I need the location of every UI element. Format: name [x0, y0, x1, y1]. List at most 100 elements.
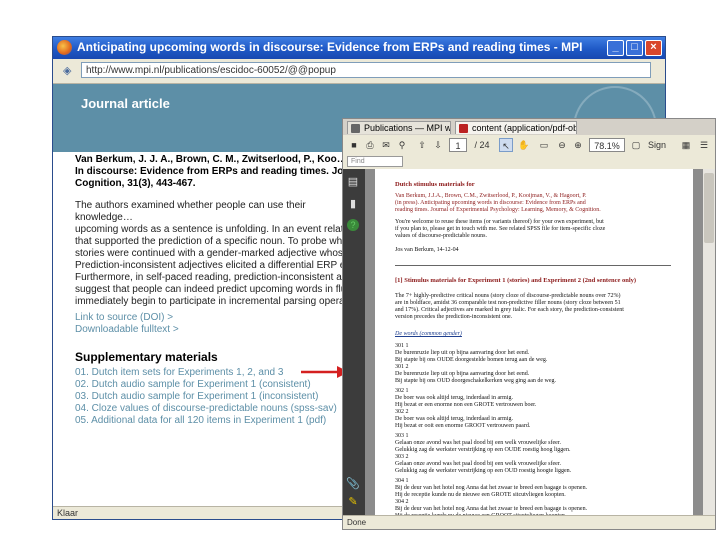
- doc-authors-line: reading times. Journal of Experimental P…: [395, 207, 601, 213]
- doc-method-line: and 17%). Critical adjectives are marked…: [395, 307, 624, 313]
- pdf-viewer[interactable]: Dutch stimulus materials for Van Berkum,…: [365, 169, 703, 515]
- page-number-input[interactable]: 1: [449, 138, 467, 152]
- tab-label: content (application/pdf-object): [472, 123, 576, 133]
- link-fulltext[interactable]: Downloadable fulltext >: [75, 324, 365, 336]
- pdf-page: Dutch stimulus materials for Van Berkum,…: [375, 169, 693, 515]
- zoom-select[interactable]: 78.1%: [589, 138, 625, 152]
- citation: Van Berkum, J. J. A., Brown, C. M., Zwit…: [75, 154, 365, 190]
- attachment-icon[interactable]: 📎: [346, 477, 360, 491]
- scrollbar-thumb[interactable]: [704, 173, 714, 243]
- pdf-status-bar: Done: [343, 515, 715, 529]
- doc-rule: [395, 265, 671, 266]
- address-bar: ◈ http://www.mpi.nl/publications/escidoc…: [53, 59, 665, 84]
- doc-item-line: 303 1: [395, 433, 409, 439]
- maximize-button[interactable]: □: [626, 40, 643, 56]
- tab-publications[interactable]: Publications — MPI website: [347, 121, 451, 134]
- doc-authors-line: (in press). Anticipating upcoming words …: [395, 200, 586, 206]
- doc-item-line: De burenruzie liep uit op bijna aanvarin…: [395, 350, 530, 356]
- doc-item-line: Gelaan onze avond was het paal dood bij …: [395, 440, 561, 446]
- tab-label: Publications — MPI website: [364, 123, 451, 133]
- doc-item-line: Hij bezat er een enorme non een GROTE ve…: [395, 402, 537, 408]
- supplementary-link[interactable]: 03. Dutch audio sample for Experiment 1 …: [75, 391, 365, 403]
- abstract: The authors examined whether people can …: [75, 200, 365, 308]
- doc-item-line: Gelukkig zag de werkster verstrijking op…: [395, 468, 572, 474]
- doc-intro-line: if you plan to, please get in touch with…: [395, 226, 606, 232]
- bookmarks-icon[interactable]: ▮: [346, 197, 360, 211]
- doc-item-line: De boer was ook altijd terug, inderdaad …: [395, 416, 513, 422]
- fit-page-icon[interactable]: ▢: [629, 138, 643, 152]
- doc-item-line: Bij de deur van het hotel nog Anna dat h…: [395, 485, 588, 491]
- vertical-scrollbar[interactable]: [703, 169, 715, 515]
- doc-method-line: version precedes the prediction-inconsis…: [395, 314, 513, 320]
- page-total: / 24: [474, 140, 490, 150]
- doc-item-line: 302 1: [395, 388, 409, 394]
- doc-method-line: The 7+ highly-predictive critical nouns …: [395, 293, 621, 299]
- supplementary-link[interactable]: 05. Additional data for all 120 items in…: [75, 415, 365, 427]
- abstract-line: Prediction-inconsistent adjectives elici…: [75, 260, 356, 271]
- options-icon[interactable]: ☰: [697, 138, 711, 152]
- citation-line: Van Berkum, J. J. A., Brown, C. M., Zwit…: [75, 154, 347, 165]
- search-icon[interactable]: ⚲: [395, 138, 409, 152]
- doc-section-heading: [1] Stimulus materials for Experiment 1 …: [395, 277, 637, 284]
- find-bar: Find: [343, 155, 715, 169]
- next-page-icon[interactable]: ⇩: [431, 138, 445, 152]
- doc-item-line: 301 1: [395, 343, 409, 349]
- doc-example-label: De words (common gender): [395, 331, 462, 337]
- doc-item-line: De boer was ook altijd terug, inderdaad …: [395, 395, 513, 401]
- doc-item-line: Hij de receptie kunde nu de nieuwe een G…: [395, 492, 566, 498]
- doc-intro-line: values of discourse-predictable nouns.: [395, 233, 487, 239]
- pdf-icon: [459, 124, 468, 133]
- page-icon: [351, 124, 360, 133]
- abstract-line: The authors examined whether people can …: [75, 200, 306, 223]
- zoom-out-icon[interactable]: ⊖: [555, 138, 569, 152]
- navigation-pane: ▤ ▮ ? 📎 ✎: [343, 169, 365, 515]
- close-button[interactable]: ×: [645, 40, 662, 56]
- abstract-line: Furthermore, in self-paced reading, pred…: [75, 272, 358, 283]
- doc-item-line: 302 2: [395, 409, 409, 415]
- marquee-zoom-icon[interactable]: ▭: [537, 138, 551, 152]
- email-icon[interactable]: ✉: [379, 138, 393, 152]
- url-field[interactable]: http://www.mpi.nl/publications/escidoc-6…: [81, 62, 651, 78]
- window-title-bar[interactable]: Anticipating upcoming words in discourse…: [53, 37, 665, 59]
- pdf-toolbar: ■ ⎙ ✉ ⚲ ⇧ ⇩ 1 / 24 ↖ ✋ ▭ ⊖ ⊕ 78.1% ▢ Sig…: [343, 135, 715, 156]
- find-input[interactable]: Find: [347, 156, 403, 167]
- article-links: Link to source (DOI) > Downloadable full…: [75, 312, 365, 336]
- pdf-window: Publications — MPI website content (appl…: [342, 118, 716, 530]
- select-tool-icon[interactable]: ↖: [499, 138, 513, 152]
- pages-icon[interactable]: ▤: [346, 175, 360, 189]
- floppy-icon[interactable]: ▦: [679, 138, 693, 152]
- doc-item-line: 304 1: [395, 478, 409, 484]
- doc-item-line: Hij bezat er ooit een enorme GROOT vertr…: [395, 423, 531, 429]
- abstract-line: stories were continued with a gender-mar…: [75, 248, 359, 259]
- doc-item-line: 301 2: [395, 364, 409, 370]
- zoom-in-icon[interactable]: ⊕: [571, 138, 585, 152]
- print-icon[interactable]: ⎙: [363, 138, 377, 152]
- hand-tool-icon[interactable]: ✋: [517, 138, 531, 152]
- window-title: Anticipating upcoming words in discourse…: [77, 40, 582, 54]
- link-source[interactable]: Link to source (DOI) >: [75, 312, 365, 324]
- sign-menu[interactable]: Sign: [645, 138, 669, 152]
- citation-line: In discourse: Evidence from ERPs and rea…: [75, 166, 354, 177]
- tab-strip: Publications — MPI website content (appl…: [343, 119, 715, 136]
- help-icon[interactable]: ?: [347, 219, 359, 231]
- tab-pdf[interactable]: content (application/pdf-object): [455, 121, 577, 134]
- doc-item-line: Bij stapte bij ons OUDE doorgestelde bom…: [395, 357, 548, 363]
- site-identity-icon[interactable]: ◈: [63, 64, 75, 77]
- doc-item-line: Bij stapte bij ons OUD doorgeschakelkerk…: [395, 378, 557, 384]
- abstract-line: immediately begin to participate in incr…: [75, 296, 355, 307]
- doc-item-line: Gelaan onze avond was het paal dood bij …: [395, 461, 561, 467]
- minimize-button[interactable]: _: [607, 40, 624, 56]
- doc-item-line: Bij de deur van het hotel nog Anna dat h…: [395, 506, 588, 512]
- comments-icon[interactable]: ✎: [346, 495, 360, 509]
- section-title: Journal article: [81, 96, 170, 111]
- supplementary-link[interactable]: 04. Cloze values of discourse-predictabl…: [75, 403, 365, 415]
- prev-page-icon[interactable]: ⇧: [415, 138, 429, 152]
- doc-signature: Jos van Berkum, 14-12-04: [395, 247, 459, 253]
- doc-item-line: Gelukkig zag de werkster verstrijking op…: [395, 447, 571, 453]
- save-icon[interactable]: ■: [347, 138, 361, 152]
- supplementary-heading: Supplementary materials: [75, 350, 218, 364]
- supplementary-link[interactable]: 02. Dutch audio sample for Experiment 1 …: [75, 379, 365, 391]
- abstract-line: suggest that people can indeed predict u…: [75, 284, 357, 295]
- citation-line: Cognition, 31(3), 443-467.: [75, 178, 196, 189]
- doc-item-line: 304 2: [395, 499, 409, 505]
